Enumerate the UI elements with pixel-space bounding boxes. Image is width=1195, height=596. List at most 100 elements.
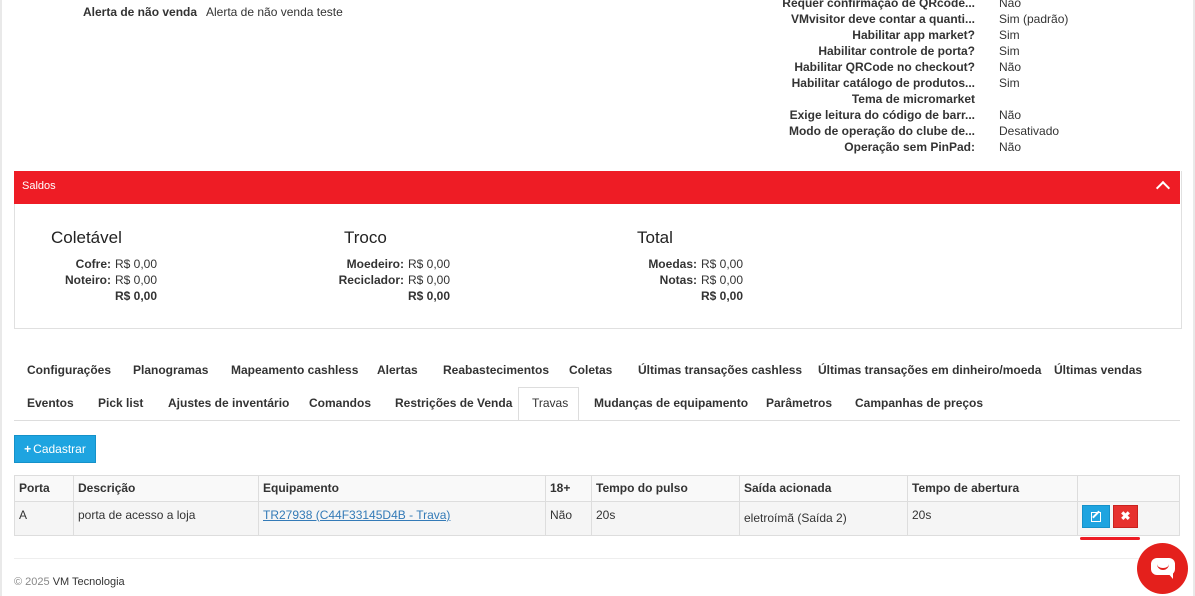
tab-mapeamento-cashless[interactable]: Mapeamento cashless (231, 363, 358, 377)
table-header-row: Porta Descrição Equipamento 18+ Tempo do… (15, 476, 1179, 502)
cell-18plus: Não (546, 502, 592, 535)
chevron-up-icon[interactable] (1155, 180, 1171, 196)
footer-copyright: © 2025 (14, 576, 50, 588)
coletavel-title: Coletável (51, 228, 122, 247)
reciclador-value: R$ 0,00 (408, 273, 451, 287)
cell-porta: A (15, 502, 74, 535)
property-row: Modo de operação do clube de... Desativad… (789, 123, 1090, 139)
property-row: Habilitar app market? Sim (790, 27, 1090, 43)
tabs-divider (14, 420, 1180, 421)
cell-tempo-pulso: 20s (592, 502, 740, 535)
tab-pick-list[interactable]: Pick list (98, 396, 143, 410)
table-row: A porta de acesso a loja TR27938 (C44F33… (15, 502, 1179, 535)
coletavel-total: R$ 0,00 (115, 289, 158, 303)
footer-brand-link[interactable]: VM Tecnologia (53, 576, 125, 588)
header-tempo-abertura: Tempo de abertura (908, 476, 1078, 501)
header-actions (1078, 476, 1179, 501)
cell-tempo-abertura: 20s (908, 502, 1078, 535)
property-label: Tema de micromarket (851, 92, 975, 106)
edit-button[interactable] (1082, 505, 1110, 528)
notas-value: R$ 0,00 (701, 273, 744, 287)
total-total: R$ 0,00 (701, 289, 744, 303)
moedeiro-label: Moedeiro: (346, 257, 404, 271)
footer: © 2025 VM Tecnologia (14, 576, 125, 588)
moedas-value: R$ 0,00 (701, 257, 744, 271)
property-value: Não (999, 108, 1022, 122)
property-row: Tema de micromarket (790, 91, 1090, 107)
edit-icon (1091, 512, 1101, 522)
alert-label: Alerta de não venda (83, 5, 198, 19)
property-value: Sim (padrão) (999, 12, 1069, 26)
cell-saida-acionada: eletroímã (Saída 2) (740, 502, 908, 535)
moedas-label: Moedas: (648, 257, 697, 271)
property-label: Exige leitura do código de barr... (789, 108, 975, 122)
add-button-label: Cadastrar (33, 442, 86, 456)
notas-label: Notas: (659, 273, 697, 287)
saldos-panel-header[interactable]: Saldos (14, 171, 1180, 204)
delete-button[interactable]: ✖ (1113, 505, 1138, 528)
header-tempo-pulso: Tempo do pulso (592, 476, 740, 501)
property-row: Habilitar QRCode no checkout? Não (790, 59, 1090, 75)
chat-icon-tail (1167, 572, 1173, 579)
property-value: Não (999, 60, 1022, 74)
property-label: Operação sem PinPad: (844, 140, 975, 154)
tab-ultimas-vendas[interactable]: Últimas vendas (1054, 363, 1142, 377)
property-row: Habilitar controle de porta? Sim (790, 43, 1090, 59)
highlight-underline (1080, 537, 1140, 540)
header-porta: Porta (15, 476, 74, 501)
property-value: Desativado (999, 124, 1060, 138)
tab-configuracoes[interactable]: Configurações (27, 363, 111, 377)
tab-parametros[interactable]: Parâmetros (766, 396, 832, 410)
chat-widget-button[interactable] (1137, 543, 1188, 594)
tab-mudancas-equipamento[interactable]: Mudanças de equipamento (594, 396, 748, 410)
troco-title: Troco (344, 228, 387, 247)
moedeiro-row: Moedeiro: R$ 0,00 (300, 256, 450, 272)
property-row: Habilitar catálogo de produtos... Sim (790, 75, 1090, 91)
property-row: Exige leitura do código de barr... Não (790, 107, 1090, 123)
moedas-row: Moedas: R$ 0,00 (600, 256, 743, 272)
header-saida-acionada: Saída acionada (740, 476, 908, 501)
cofre-row: Cofre: R$ 0,00 (0, 256, 157, 272)
property-label: Modo de operação do clube de... (788, 124, 975, 138)
cell-equipamento: TR27938 (C44F33145D4B - Trava) (259, 502, 546, 535)
property-value: Sim (999, 28, 1020, 42)
property-label: VMvisitor deve contar a quanti... (790, 12, 975, 26)
property-label: Habilitar catálogo de produtos... (791, 76, 975, 90)
saldos-title: Saldos (22, 180, 56, 192)
tab-ultimas-transacoes-cashless[interactable]: Últimas transações cashless (638, 363, 802, 377)
header-18plus: 18+ (546, 476, 592, 501)
tab-campanhas-precos[interactable]: Campanhas de preços (855, 396, 983, 410)
moedeiro-value: R$ 0,00 (408, 257, 451, 271)
frame-left-border (0, 0, 2, 596)
tab-eventos[interactable]: Eventos (27, 396, 74, 410)
troco-total: R$ 0,00 (408, 289, 451, 303)
property-row: VMvisitor deve contar a quanti... Sim (pa… (790, 11, 1090, 27)
tab-travas[interactable]: Travas (532, 396, 568, 410)
tab-planogramas[interactable]: Planogramas (133, 363, 208, 377)
footer-divider (14, 558, 1180, 559)
add-button[interactable]: + Cadastrar (14, 435, 96, 463)
property-row: Requer confirmação de QRcode... Não (782, 0, 1090, 11)
tab-ajustes-inventario[interactable]: Ajustes de inventário (168, 396, 289, 410)
noteiro-row: Noteiro: R$ 0,00 (0, 272, 157, 288)
tab-restricoes-venda[interactable]: Restrições de Venda (395, 396, 512, 410)
tab-reabastecimentos[interactable]: Reabastecimentos (443, 363, 549, 377)
property-value: Sim (999, 76, 1020, 90)
property-label: Requer confirmação de QRcode... (782, 0, 975, 10)
noteiro-label: Noteiro: (65, 273, 111, 287)
cofre-value: R$ 0,00 (115, 257, 158, 271)
cell-descricao: porta de acesso a loja (74, 502, 259, 535)
total-title: Total (637, 228, 673, 247)
property-row: Operação sem PinPad: Não (790, 139, 1090, 155)
property-value: Não (999, 140, 1022, 154)
noteiro-value: R$ 0,00 (115, 273, 158, 287)
cofre-label: Cofre: (75, 257, 111, 271)
tab-ultimas-transacoes-dinheiro[interactable]: Últimas transações em dinheiro/moeda (818, 363, 1041, 377)
close-icon: ✖ (1120, 509, 1131, 523)
tab-alertas[interactable]: Alertas (377, 363, 418, 377)
tab-comandos[interactable]: Comandos (309, 396, 371, 410)
property-label: Habilitar controle de porta? (818, 44, 975, 58)
tab-coletas[interactable]: Coletas (569, 363, 612, 377)
equipamento-link[interactable]: TR27938 (C44F33145D4B - Trava) (263, 508, 450, 522)
notas-row: Notas: R$ 0,00 (600, 272, 743, 288)
